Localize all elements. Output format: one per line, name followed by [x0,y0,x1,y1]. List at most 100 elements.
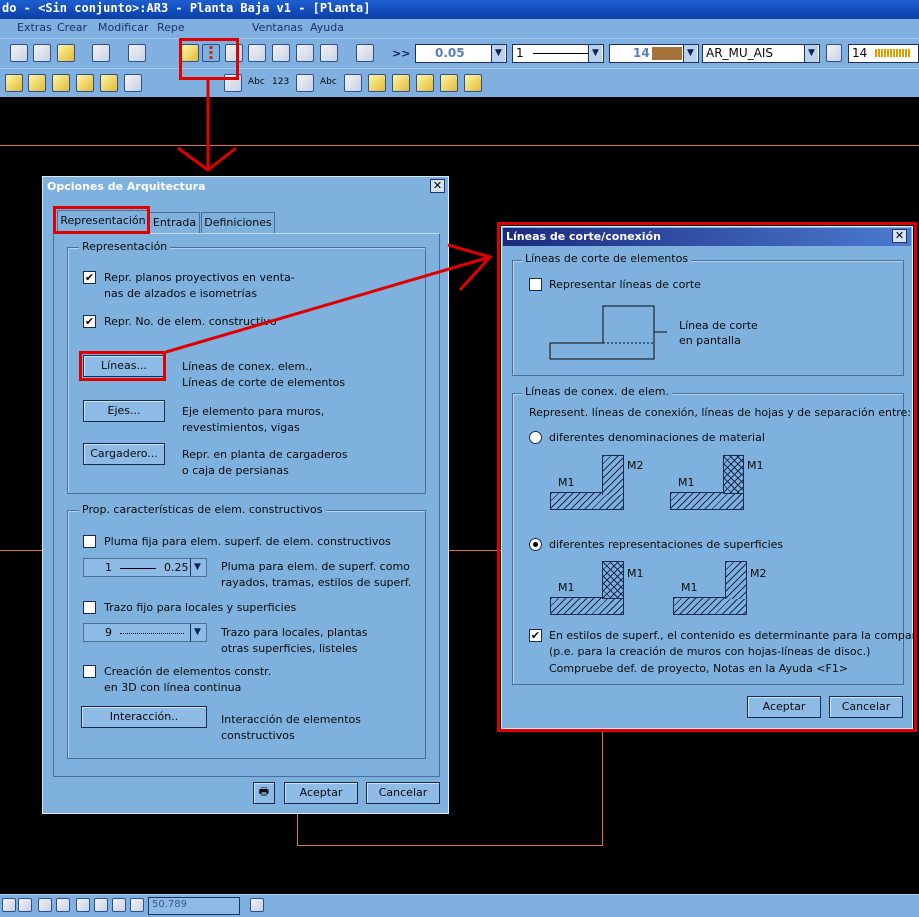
trazo-combo[interactable]: 9 ▼ [83,623,207,642]
highlight-tab [53,206,150,234]
drawing-line [449,550,501,551]
checkbox-trazo-fijo[interactable] [83,601,96,614]
checkbox-label: Repr. No. de elem. constructivo [104,315,277,328]
pen-combo-thickness: 0.25 [164,561,189,574]
layer-value: AR_MU_AIS [706,46,774,60]
interaccion-description: Interacción de elementos [221,713,361,726]
save-icon[interactable] [248,44,266,62]
rotate-right-icon[interactable] [112,898,126,912]
interaccion-description: constructivos [221,729,295,742]
pen-description: Pluma para elem. de superf. como [221,560,410,573]
room-icon[interactable] [368,74,386,92]
line-sample [533,53,590,54]
table-icon[interactable] [296,74,314,92]
menu-crear[interactable]: Crear [57,21,87,34]
cargadero-button[interactable]: Cargadero... [83,443,165,465]
menu-modificar[interactable]: Modificar [98,21,149,34]
pen-combo[interactable]: 1 0.25 ▼ [83,558,207,577]
rotate-left-icon[interactable] [94,898,108,912]
checkbox-planos-proyectivos[interactable]: ✔ [83,271,96,284]
trazo-description: Trazo para locales, plantas [221,626,368,639]
cargadero-description: Repr. en planta de cargaderos [182,448,348,461]
chevron-down-icon[interactable]: ▼ [190,624,204,641]
ok-button[interactable]: Aceptar [284,782,358,804]
checkbox-numero-elemento[interactable]: ✔ [83,315,96,328]
architecture-options-dialog: Opciones de Arquitectura ✕ Representació… [42,176,449,814]
crosshair-icon[interactable] [2,898,16,912]
help-pointer-icon[interactable] [356,44,374,62]
chevron-down-icon[interactable]: ▼ [683,45,697,62]
printer-icon: 🖶 [258,785,270,798]
number-tool-label[interactable]: 123 [272,75,289,90]
preview-icon[interactable] [272,44,290,62]
redo-icon[interactable] [128,44,146,62]
chevron-down-icon[interactable]: ▼ [804,45,818,62]
wall-icon[interactable] [5,74,23,92]
tab-entrada[interactable]: Entrada [149,212,200,233]
3d-box-icon[interactable] [320,44,338,62]
print-button[interactable]: 🖶 [253,782,275,804]
count-value: 14 [852,46,868,60]
hatch-icon[interactable] [124,74,142,92]
close-icon[interactable]: ✕ [430,179,445,193]
chevron-down-icon[interactable]: ▼ [491,45,505,62]
layer-link-icon[interactable] [826,44,842,62]
checkbox-creacion-3d[interactable] [83,665,96,678]
door-icon[interactable] [464,74,482,92]
cancel-button[interactable]: Cancelar [366,782,440,804]
stair-icon[interactable] [100,74,118,92]
count-field[interactable]: 14 [848,44,919,63]
menu-bar: Extras Crear Modificar Repe Ventanas Ayu… [0,19,919,38]
toolbar-overflow[interactable]: >> [392,46,410,61]
window-title: do - <Sin conjunto>:AR3 - Planta Baja v1… [2,1,371,15]
checkbox-pluma-fija[interactable] [83,535,96,548]
label-tool-label[interactable]: Abc [320,75,337,90]
toolbar-standard: >> 0.05 ▼ 1 ▼ 14 ▼ AR_MU_AIS ▼ 14 [0,38,919,68]
format-painter-icon[interactable] [57,44,75,62]
copy-icon[interactable] [10,44,28,62]
text-tool-label[interactable]: Abc [248,75,265,90]
line-type-value: 1 [516,46,524,60]
undo-icon[interactable] [92,44,110,62]
lintel-icon[interactable] [416,74,434,92]
hatch-pattern-sample [875,49,912,57]
folder-icon[interactable] [130,898,144,912]
slab-icon[interactable] [76,74,94,92]
toolbar-architecture: Abc 123 Abc [0,68,919,97]
chevron-down-icon[interactable]: ▼ [190,559,204,576]
window-element-icon[interactable] [392,74,410,92]
column-icon[interactable] [28,74,46,92]
highlight-toolbar-button [179,38,239,80]
pan-icon[interactable] [76,898,90,912]
paste-icon[interactable] [33,44,51,62]
chevron-down-icon[interactable]: ▼ [588,45,602,62]
line-sample-dotted [120,633,184,634]
checkbox-label: Creación de elementos constr. [104,665,272,678]
tab-definiciones[interactable]: Definiciones [201,212,275,233]
trazo-description: otras superficies, listeles [221,642,358,655]
beam-icon[interactable] [52,74,70,92]
dialog-title: Opciones de Arquitectura [47,180,206,193]
measure-icon[interactable] [296,44,314,62]
report-icon[interactable] [344,74,362,92]
menu-repe[interactable]: Repe [157,21,185,34]
zoom-icon[interactable] [38,898,52,912]
coordinate-field[interactable]: 50.789 [148,897,240,915]
layer-select[interactable]: AR_MU_AIS [702,44,820,63]
snap-icon[interactable] [18,898,32,912]
sill-icon[interactable] [440,74,458,92]
pen-description: rayados, tramas, estilos de superf. [221,576,412,589]
ejes-description: Eje elemento para muros, [182,405,325,418]
window-title-bar: do - <Sin conjunto>:AR3 - Planta Baja v1… [0,0,919,19]
menu-ayuda[interactable]: Ayuda [310,21,344,34]
color-value: 14 [633,46,650,60]
coordinate-value: 50.789 [152,899,187,910]
ejes-button[interactable]: Ejes... [83,400,165,422]
menu-ventanas[interactable]: Ventanas [252,21,303,34]
interaccion-button[interactable]: Interacción.. [81,706,207,728]
view-icon[interactable] [56,898,70,912]
checkbox-label: en 3D con línea continua [104,681,242,694]
menu-extras[interactable]: Extras [17,21,52,34]
group-label: Prop. características de elem. construct… [79,503,326,516]
flag-icon[interactable] [250,898,264,912]
